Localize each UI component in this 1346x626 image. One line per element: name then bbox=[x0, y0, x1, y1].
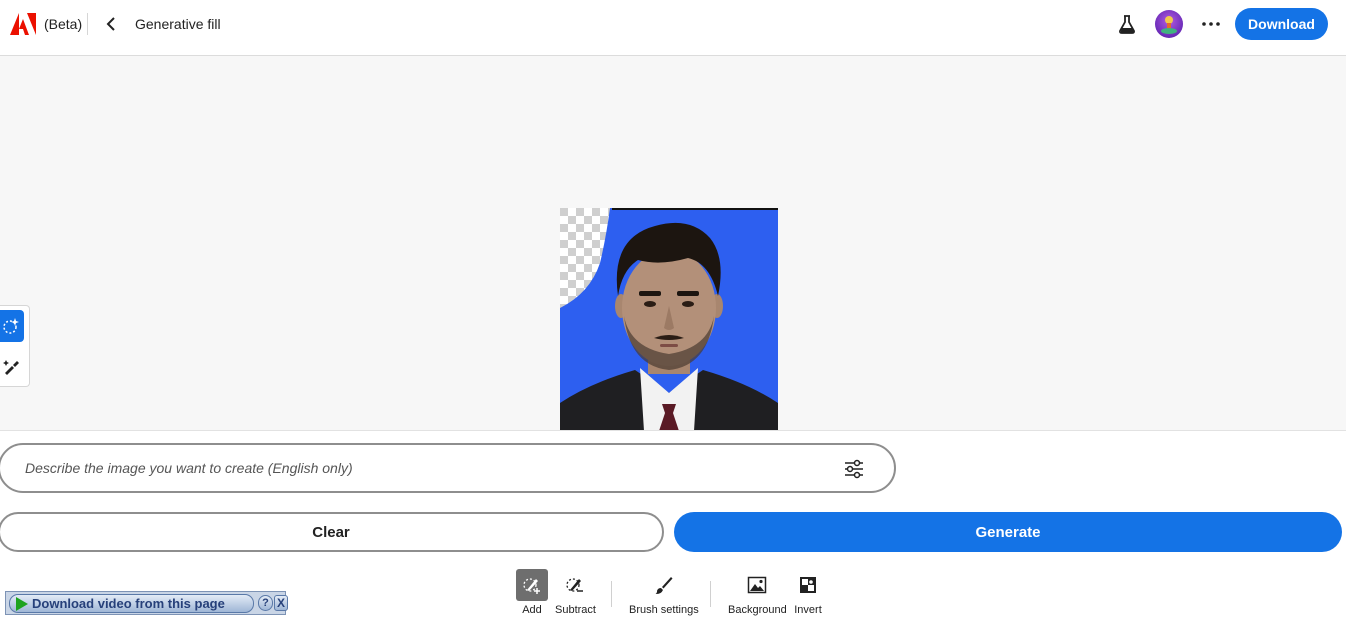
background-label: Background bbox=[728, 604, 787, 616]
avatar[interactable] bbox=[1155, 10, 1183, 38]
add-tool-icon-wrap bbox=[516, 569, 548, 601]
prompt-input[interactable] bbox=[25, 457, 805, 479]
page-title: Generative fill bbox=[135, 16, 221, 32]
image-icon bbox=[748, 576, 767, 594]
back-button[interactable] bbox=[102, 14, 120, 34]
portrait-image bbox=[560, 208, 778, 431]
download-video-label: Download video from this page bbox=[32, 596, 225, 611]
clear-button[interactable]: Clear bbox=[0, 512, 664, 552]
invert-icon bbox=[800, 577, 816, 593]
background-icon-wrap bbox=[741, 569, 773, 601]
adobe-logo[interactable] bbox=[10, 13, 36, 35]
invert-tool[interactable]: Invert bbox=[792, 569, 824, 616]
more-options-button[interactable] bbox=[1200, 14, 1222, 34]
prompt-field[interactable] bbox=[0, 443, 896, 493]
header-divider bbox=[87, 13, 88, 35]
download-button[interactable]: Download bbox=[1235, 8, 1328, 40]
app-header: (Beta) Generative fill Download bbox=[0, 0, 1346, 56]
chevron-left-icon bbox=[106, 17, 115, 31]
invert-label: Invert bbox=[794, 604, 822, 616]
play-icon bbox=[16, 596, 28, 611]
brush-subtract-icon bbox=[566, 578, 584, 592]
left-tool-rail bbox=[0, 305, 30, 387]
more-icon bbox=[1202, 22, 1220, 26]
brush-settings-icon-wrap bbox=[648, 569, 680, 601]
settings-sliders-icon[interactable] bbox=[843, 459, 865, 479]
flask-icon[interactable] bbox=[1117, 14, 1137, 34]
avatar-image bbox=[1161, 16, 1177, 34]
generate-button[interactable]: Generate bbox=[674, 512, 1342, 552]
brush-add-icon bbox=[523, 578, 540, 594]
toolbar-divider bbox=[710, 581, 711, 607]
subtract-tool-label: Subtract bbox=[555, 604, 596, 616]
brush-icon bbox=[655, 577, 673, 595]
canvas-area[interactable] bbox=[0, 57, 1346, 431]
invert-icon-wrap bbox=[792, 569, 824, 601]
download-video-button[interactable]: Download video from this page bbox=[9, 594, 254, 613]
subtract-tool[interactable]: Subtract bbox=[555, 569, 596, 616]
photo-canvas[interactable] bbox=[560, 208, 778, 431]
add-tool-label: Add bbox=[522, 604, 542, 616]
close-extension-button[interactable]: X bbox=[274, 595, 288, 611]
generative-fill-tool[interactable] bbox=[0, 310, 24, 342]
beta-label: (Beta) bbox=[44, 16, 83, 32]
subtract-tool-icon-wrap bbox=[559, 569, 591, 601]
remove-tool[interactable] bbox=[0, 351, 24, 383]
video-download-extension-bar: Download video from this page ? X bbox=[5, 591, 288, 615]
remove-brush-icon bbox=[3, 360, 19, 375]
toolbar-divider bbox=[611, 581, 612, 607]
add-tool[interactable]: Add bbox=[516, 569, 548, 616]
brush-settings-label: Brush settings bbox=[629, 604, 699, 616]
background-tool[interactable]: Background bbox=[728, 569, 787, 616]
help-button[interactable]: ? bbox=[258, 595, 273, 611]
generative-fill-icon bbox=[3, 318, 19, 334]
brush-settings-tool[interactable]: Brush settings bbox=[629, 569, 699, 616]
